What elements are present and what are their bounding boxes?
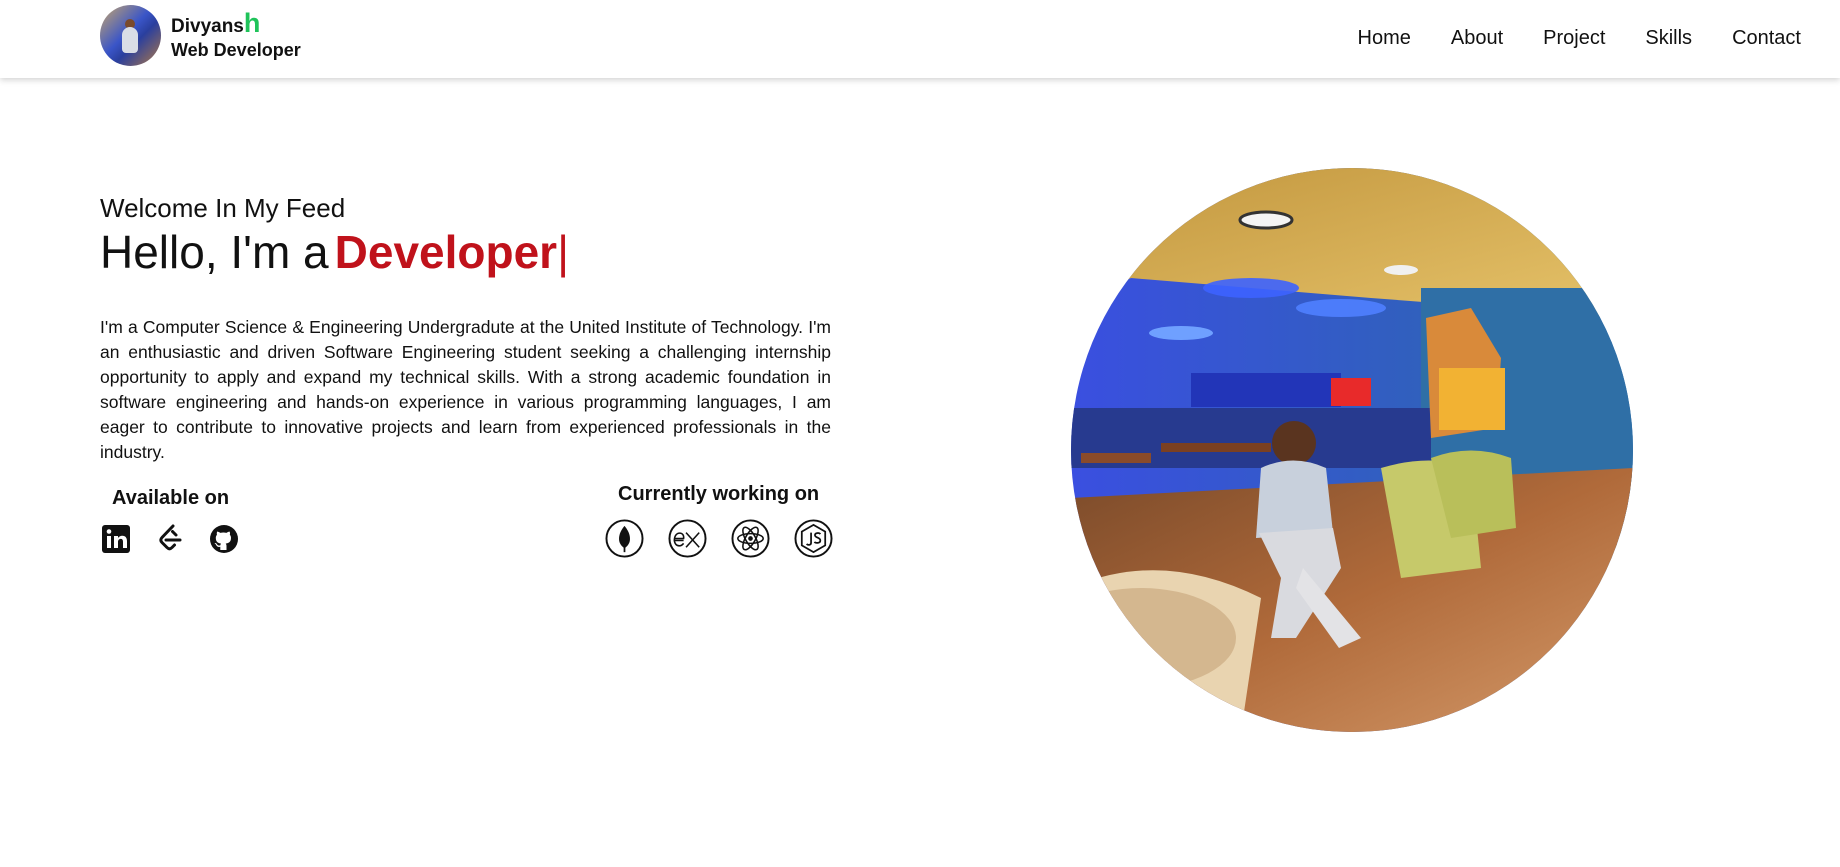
- leetcode-icon[interactable]: [154, 523, 186, 555]
- tech-stack-icons: [605, 519, 833, 558]
- nav-about[interactable]: About: [1451, 27, 1503, 50]
- mongodb-icon: [605, 519, 644, 558]
- brand-role: Web Developer: [171, 39, 301, 60]
- nav-skills[interactable]: Skills: [1645, 27, 1692, 50]
- hero-heading: Hello, I'm a Developer|: [100, 225, 569, 279]
- avatar: [100, 5, 161, 66]
- react-icon: [731, 519, 770, 558]
- nav-project[interactable]: Project: [1543, 27, 1605, 50]
- brand-name-main: Divyans: [171, 15, 244, 37]
- nav-home[interactable]: Home: [1358, 27, 1411, 50]
- brand[interactable]: Divyansh Web Developer: [100, 5, 301, 66]
- nav-contact[interactable]: Contact: [1732, 27, 1801, 50]
- brand-name: Divyansh: [171, 9, 301, 38]
- profile-photo: [1071, 168, 1633, 732]
- bio-paragraph: I'm a Computer Science & Engineering Und…: [100, 317, 831, 462]
- profile-photo-illustration: [1071, 168, 1633, 732]
- github-icon[interactable]: [208, 523, 240, 555]
- linkedin-icon[interactable]: [100, 523, 132, 555]
- site-header: Divyansh Web Developer Home About Projec…: [0, 0, 1840, 78]
- avatar-person: [122, 27, 138, 53]
- brand-text: Divyansh Web Developer: [171, 9, 301, 62]
- express-icon: [668, 519, 707, 558]
- available-on-title: Available on: [112, 487, 230, 509]
- welcome-text: Welcome In My Feed: [100, 193, 346, 223]
- currently-working-title: Currently working on: [618, 483, 820, 505]
- nodejs-icon: [794, 519, 833, 558]
- typed-role: Developer: [334, 226, 558, 278]
- brand-name-accent: h: [243, 7, 261, 38]
- main-nav: Home About Project Skills Contact: [1358, 27, 1801, 50]
- hero-heading-prefix: Hello, I'm a: [100, 226, 329, 278]
- social-links: [100, 523, 240, 555]
- typing-cursor: |: [557, 226, 570, 278]
